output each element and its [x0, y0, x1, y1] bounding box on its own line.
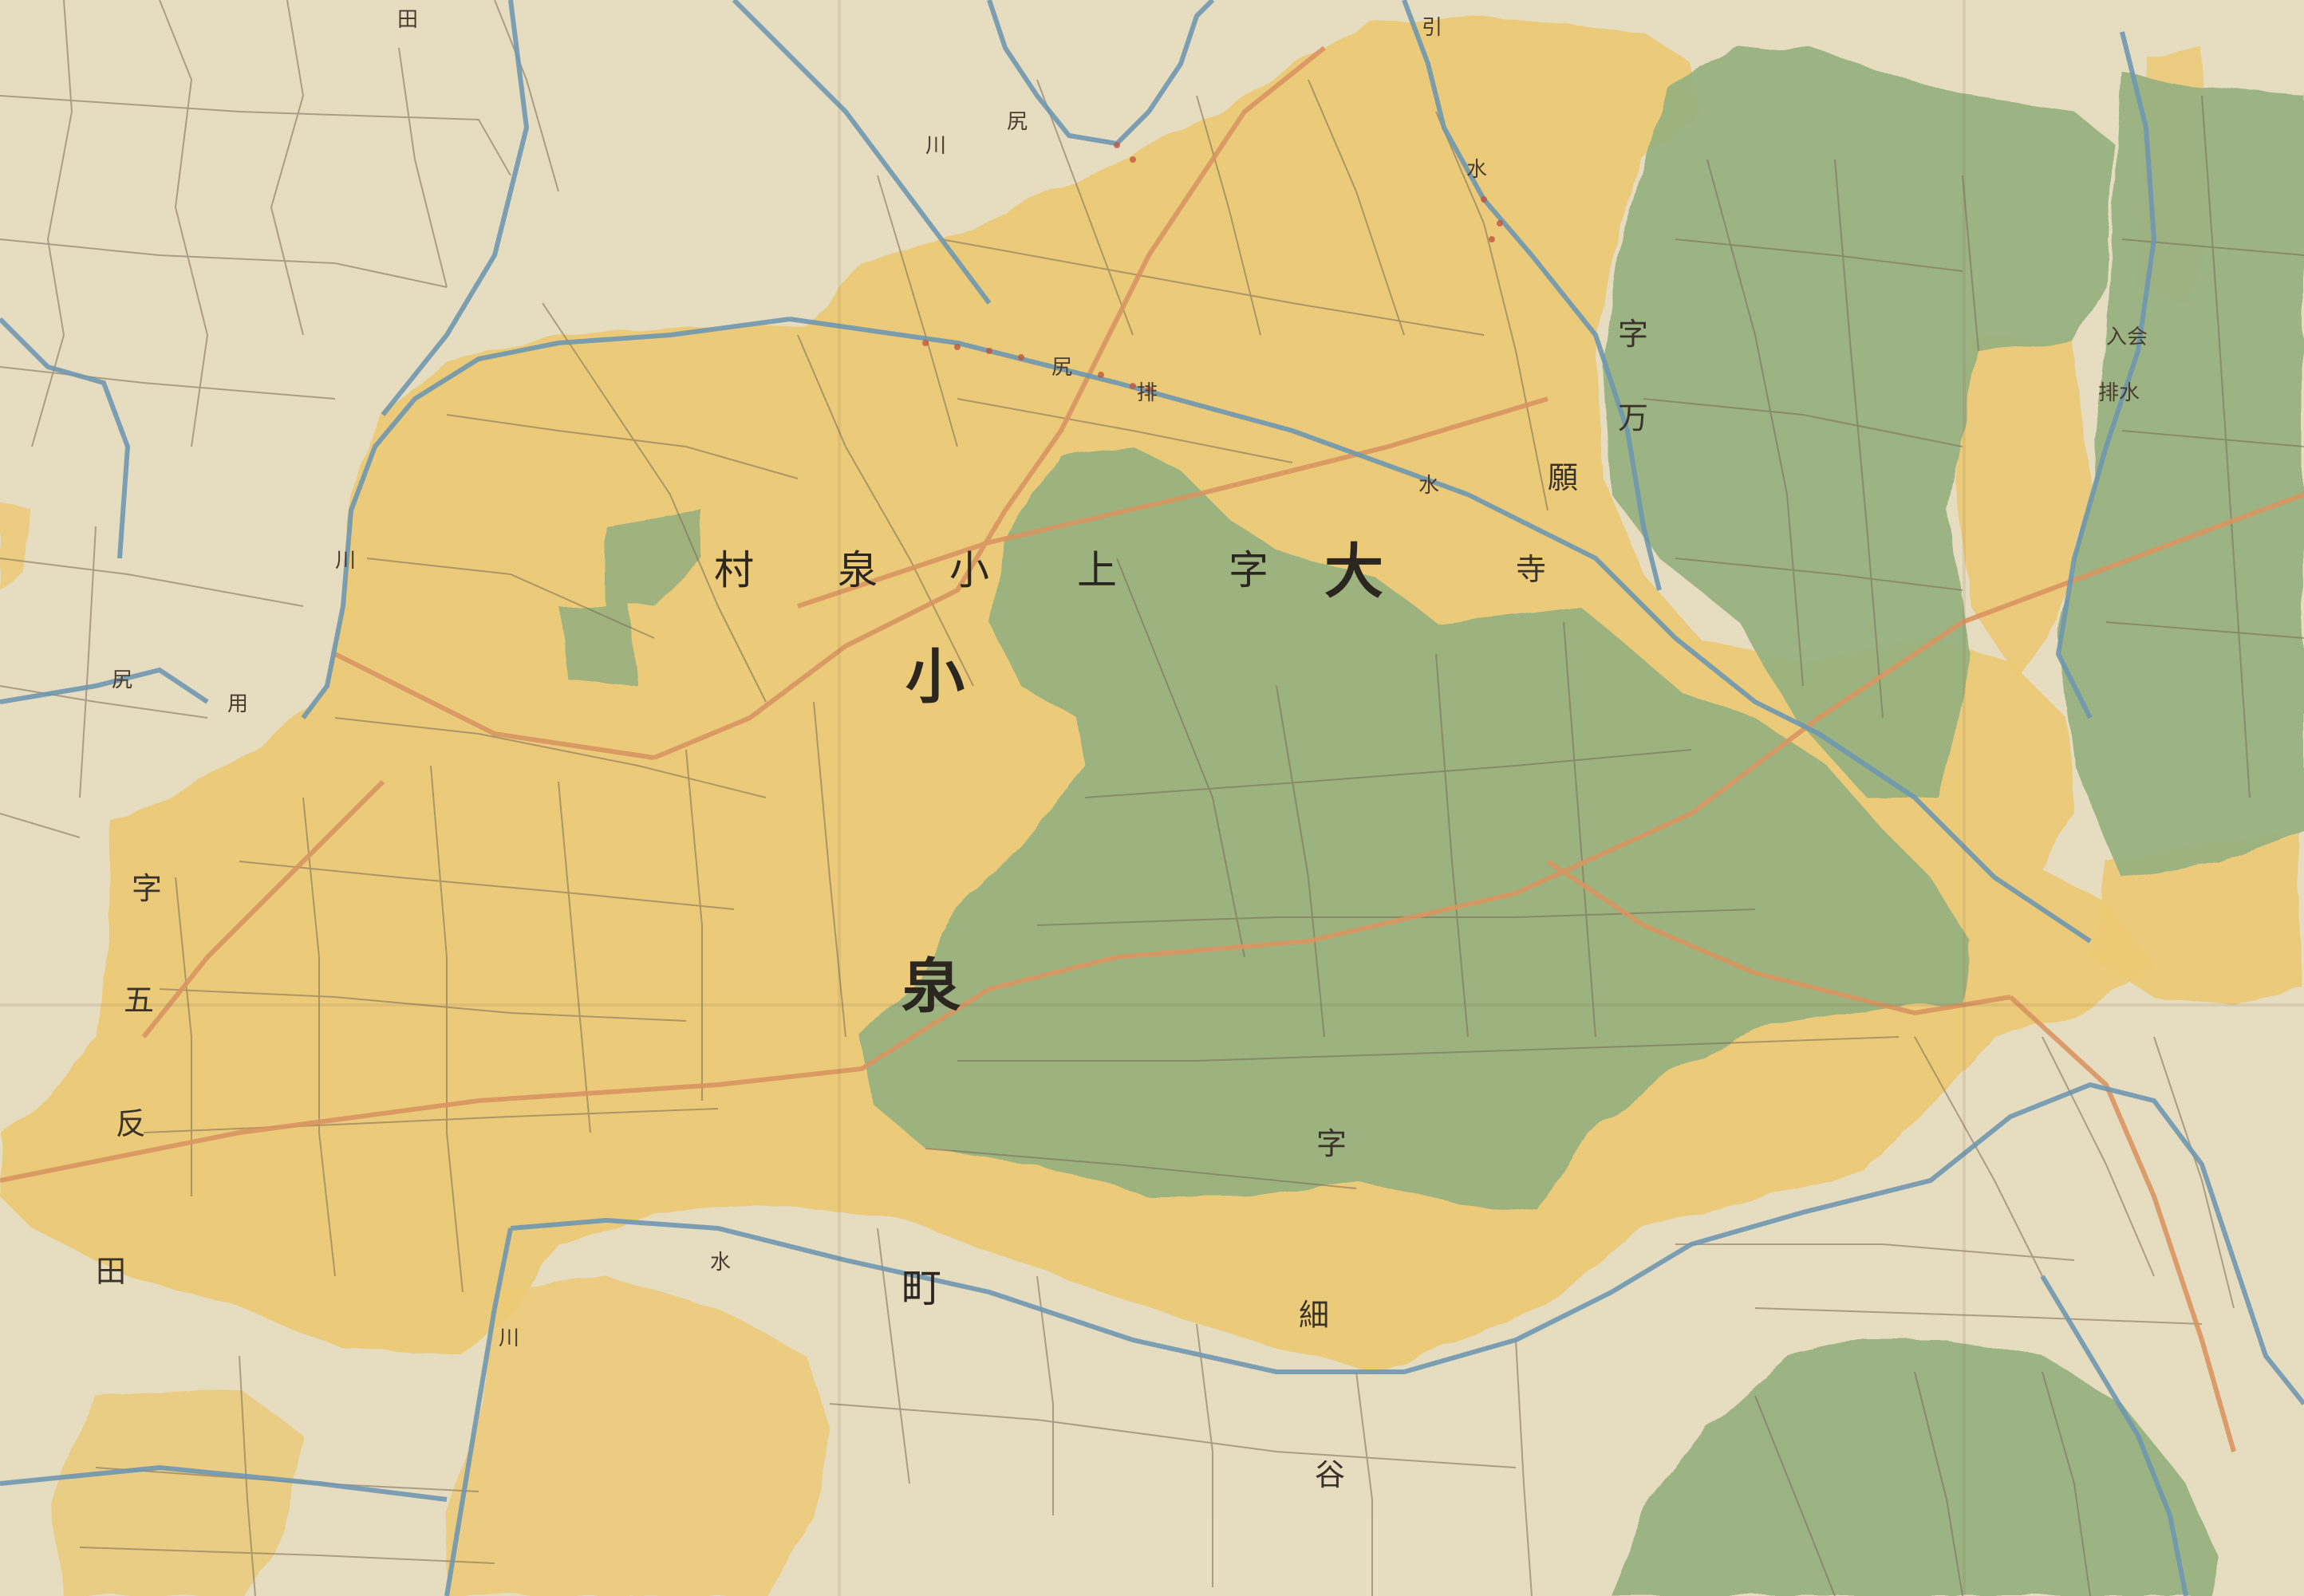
title-char-1: 大: [1324, 538, 1383, 606]
mark-ni-2: 尻: [1051, 356, 1073, 380]
dry-field-small-west: [558, 606, 638, 686]
mark-sha-1: 用: [227, 692, 249, 716]
cadastral-map: 大 字 上 小 泉 村 小 泉 字 万 願 寺 字 五 反 田 字 細 谷 町 …: [0, 0, 2304, 1596]
fold-line-vertical-right: [1963, 0, 1966, 1596]
mark-kawa-3: 川: [925, 134, 947, 158]
mankanji-char-3: 願: [1548, 460, 1579, 495]
mark-kawa-1: 川: [335, 549, 357, 573]
map-canvas: [0, 0, 2304, 1596]
koizumi-char-1: 小: [905, 643, 965, 711]
title-char-3: 上: [1077, 547, 1117, 593]
mark-sui-1: 水: [1418, 474, 1440, 498]
mark-hai-1: 排: [1137, 381, 1158, 405]
mankanji-char-4: 寺: [1516, 552, 1547, 587]
hosoya-char-2: 細: [1299, 1298, 1330, 1333]
gotanda-char-1: 字: [132, 871, 163, 906]
mark-ni-3: 尻: [112, 668, 133, 692]
title-char-2: 字: [1229, 547, 1268, 593]
fold-line-horizontal: [0, 1003, 2304, 1007]
mark-nyusui: 入会: [2106, 325, 2148, 349]
hosoya-char-1: 字: [1316, 1126, 1347, 1161]
mankanji-char-1: 字: [1618, 317, 1649, 352]
mark-sui-2: 水: [710, 1251, 732, 1275]
mark-hai-2: 排水: [2098, 381, 2140, 405]
title-char-4: 小: [949, 547, 989, 593]
title-char-6: 村: [714, 547, 754, 593]
machi-char: 町: [901, 1265, 941, 1311]
fold-line-vertical: [838, 0, 841, 1596]
hosoya-char-3: 谷: [1315, 1457, 1346, 1492]
top-left-char: 田: [397, 8, 419, 32]
mankanji-char-2: 万: [1618, 400, 1649, 435]
mark-sui-3: 水: [1466, 158, 1488, 182]
mark-kawa-2: 川: [499, 1326, 520, 1350]
mark-ri-1: 引: [1422, 16, 1443, 40]
gotanda-char-3: 反: [116, 1106, 147, 1141]
mark-ni-1: 尻: [1007, 110, 1028, 134]
koizumi-char-2: 泉: [901, 952, 961, 1021]
gotanda-char-4: 田: [96, 1254, 127, 1289]
gotanda-char-2: 五: [124, 983, 155, 1018]
title-char-5: 泉: [838, 547, 878, 593]
